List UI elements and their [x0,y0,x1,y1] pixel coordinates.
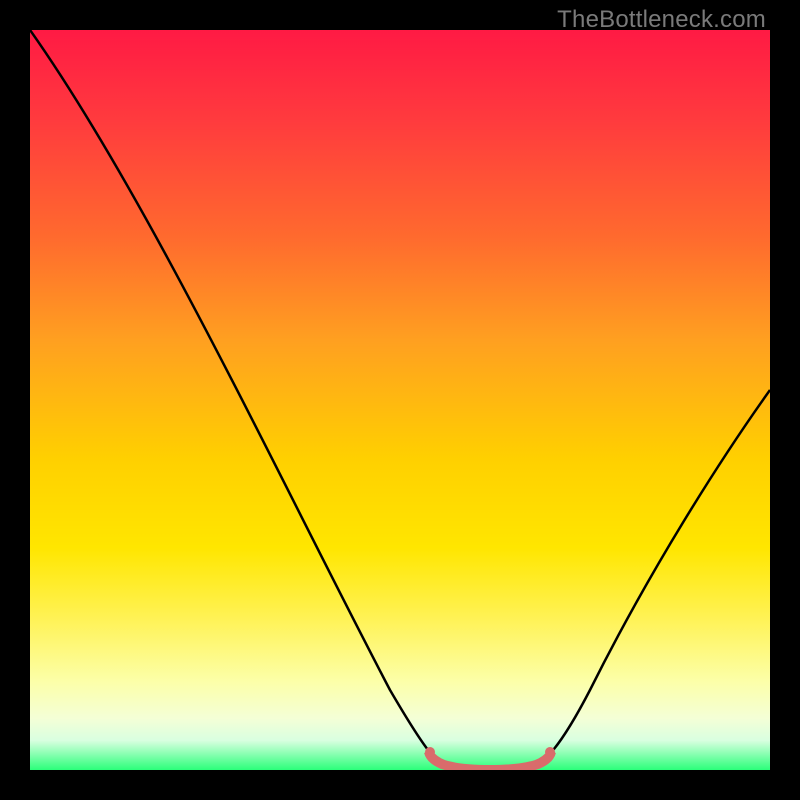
curve-layer [30,30,770,770]
outer-frame: TheBottleneck.com [0,0,800,800]
target-zone-dot-right [545,747,555,757]
target-zone-dot-left [425,747,435,757]
bottleneck-curve-path [30,30,770,768]
plot-area [30,30,770,770]
target-zone-marker [428,752,552,770]
